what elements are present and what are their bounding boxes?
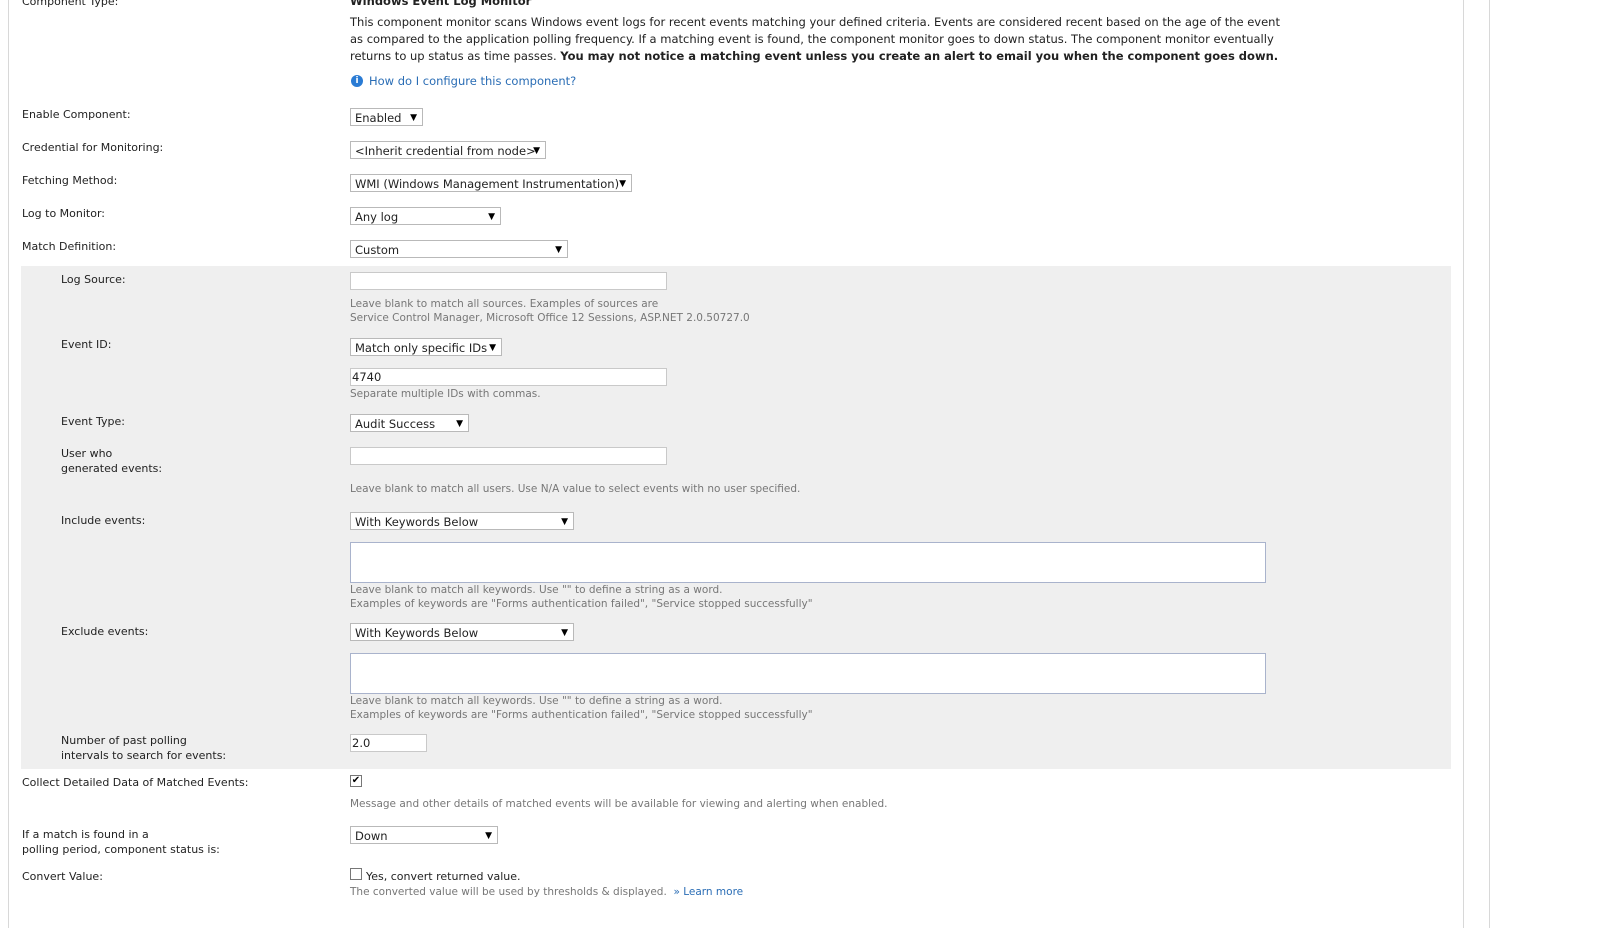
user-generated-label-1: User who bbox=[61, 447, 113, 460]
event-id-input[interactable]: 4740 bbox=[350, 368, 667, 386]
dropdown-arrow-icon: ▼ bbox=[561, 517, 568, 527]
convert-value-hint: The converted value will be used by thre… bbox=[350, 886, 744, 898]
exclude-events-hint-2: Examples of keywords are "Forms authenti… bbox=[350, 709, 813, 721]
past-intervals-input[interactable]: 2.0 bbox=[350, 734, 427, 752]
log-to-monitor-select[interactable]: Any log ▼ bbox=[350, 207, 501, 225]
user-generated-input[interactable] bbox=[350, 447, 667, 465]
dropdown-arrow-icon: ▼ bbox=[456, 419, 463, 429]
dropdown-arrow-icon: ▼ bbox=[555, 245, 562, 255]
log-source-label: Log Source: bbox=[61, 273, 126, 286]
component-type-name: Windows Event Log Monitor bbox=[350, 0, 532, 8]
exclude-events-hint-1: Leave blank to match all keywords. Use "… bbox=[350, 695, 723, 707]
include-events-select[interactable]: With Keywords Below ▼ bbox=[350, 512, 574, 530]
match-status-label-2: polling period, component status is: bbox=[22, 843, 220, 856]
enable-component-select[interactable]: Enabled ▼ bbox=[350, 108, 423, 126]
event-id-mode-select[interactable]: Match only specific IDs ▼ bbox=[350, 338, 502, 356]
info-icon: i bbox=[351, 75, 363, 87]
exclude-events-label: Exclude events: bbox=[61, 625, 149, 638]
user-generated-label-2: generated events: bbox=[61, 462, 163, 475]
help-link[interactable]: How do I configure this component? bbox=[369, 74, 576, 88]
convert-value-checkbox-label[interactable]: Yes, convert returned value. bbox=[366, 869, 521, 884]
dropdown-arrow-icon: ▼ bbox=[410, 113, 417, 123]
dropdown-arrow-icon: ▼ bbox=[533, 146, 540, 156]
right-border bbox=[1463, 0, 1464, 928]
log-source-hint-2: Service Control Manager, Microsoft Offic… bbox=[350, 312, 750, 324]
event-type-select[interactable]: Audit Success ▼ bbox=[350, 414, 469, 432]
learn-more-link[interactable]: » Learn more bbox=[673, 886, 743, 898]
log-source-input[interactable] bbox=[350, 272, 667, 290]
collect-detailed-checkbox[interactable]: ✔ bbox=[350, 775, 362, 787]
event-id-label: Event ID: bbox=[61, 338, 112, 351]
component-description: This component monitor scans Windows eve… bbox=[350, 15, 1280, 63]
include-keywords-textarea[interactable] bbox=[350, 542, 1266, 583]
component-type-label: Component Type: bbox=[22, 0, 119, 8]
match-status-label-1: If a match is found in a bbox=[22, 828, 149, 841]
log-to-monitor-label: Log to Monitor: bbox=[22, 207, 106, 220]
event-id-hint: Separate multiple IDs with commas. bbox=[350, 388, 541, 400]
exclude-events-select[interactable]: With Keywords Below ▼ bbox=[350, 623, 574, 641]
dropdown-arrow-icon: ▼ bbox=[489, 343, 496, 353]
event-type-label: Event Type: bbox=[61, 415, 125, 428]
convert-value-label: Convert Value: bbox=[22, 870, 103, 883]
include-events-label: Include events: bbox=[61, 514, 146, 527]
dropdown-arrow-icon: ▼ bbox=[488, 212, 495, 222]
credential-select[interactable]: <Inherit credential from node> ▼ bbox=[350, 141, 546, 159]
match-definition-select[interactable]: Custom ▼ bbox=[350, 240, 568, 258]
dropdown-arrow-icon: ▼ bbox=[619, 179, 626, 189]
user-generated-hint: Leave blank to match all users. Use N/A … bbox=[350, 483, 801, 495]
collect-detailed-label: Collect Detailed Data of Matched Events: bbox=[22, 776, 249, 789]
fetching-method-label: Fetching Method: bbox=[22, 174, 118, 187]
include-events-hint-1: Leave blank to match all keywords. Use "… bbox=[350, 584, 723, 596]
enable-component-label: Enable Component: bbox=[22, 108, 131, 121]
past-intervals-label-2: intervals to search for events: bbox=[61, 749, 227, 762]
fetching-method-select[interactable]: WMI (Windows Management Instrumentation)… bbox=[350, 174, 632, 192]
collect-detailed-hint: Message and other details of matched eve… bbox=[350, 798, 888, 810]
match-status-select[interactable]: Down ▼ bbox=[350, 826, 498, 844]
credential-label: Credential for Monitoring: bbox=[22, 141, 164, 154]
dropdown-arrow-icon: ▼ bbox=[561, 628, 568, 638]
past-intervals-label-1: Number of past polling bbox=[61, 734, 187, 747]
include-events-hint-2: Examples of keywords are "Forms authenti… bbox=[350, 598, 813, 610]
dropdown-arrow-icon: ▼ bbox=[485, 831, 492, 841]
match-definition-label: Match Definition: bbox=[22, 240, 117, 253]
left-border bbox=[8, 0, 9, 928]
right-border-outer bbox=[1489, 0, 1490, 928]
exclude-keywords-textarea[interactable] bbox=[350, 653, 1266, 694]
convert-value-checkbox[interactable] bbox=[350, 868, 362, 880]
log-source-hint-1: Leave blank to match all sources. Exampl… bbox=[350, 298, 659, 310]
